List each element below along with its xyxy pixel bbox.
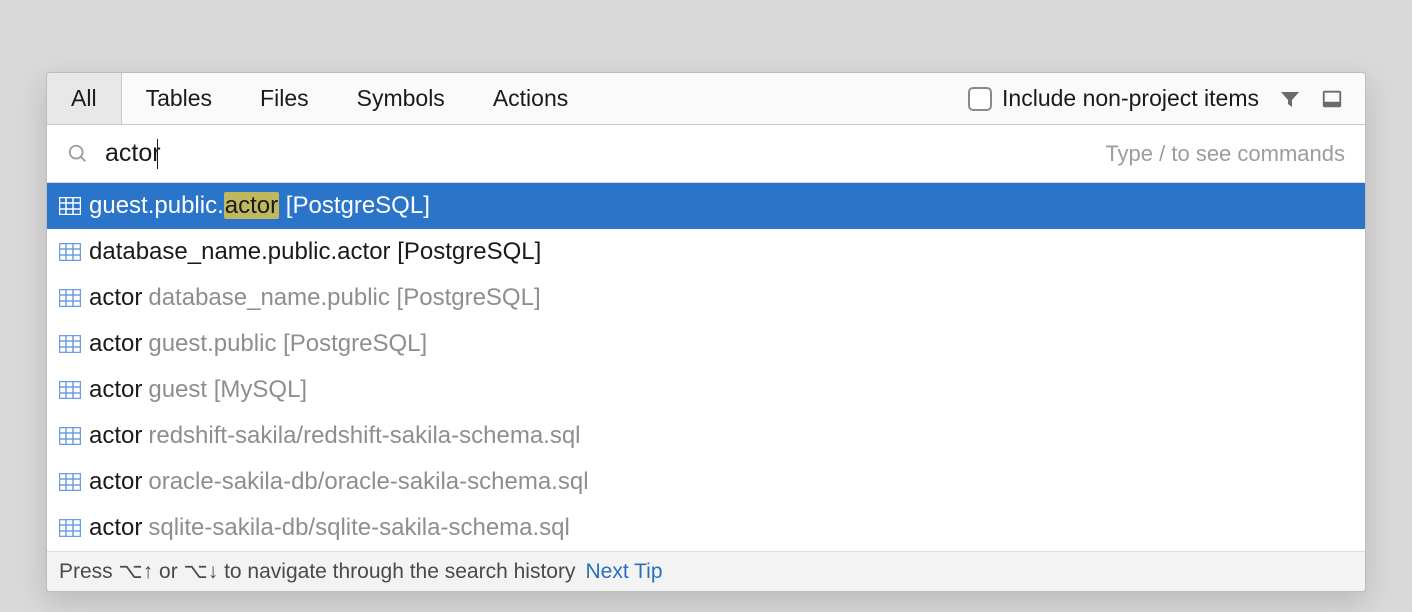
search-row: actor Type / to see commands (47, 125, 1365, 183)
result-item[interactable]: guest.public.actor [PostgreSQL] (47, 183, 1365, 229)
filter-icon[interactable] (1273, 82, 1307, 116)
search-input-value[interactable]: actor (105, 139, 161, 168)
include-non-project-label: Include non-project items (1002, 85, 1259, 112)
result-item[interactable]: actorsqlite-sakila-db/sqlite-sakila-sche… (47, 505, 1365, 551)
result-secondary: sqlite-sakila-db/sqlite-sakila-schema.sq… (148, 514, 570, 541)
table-icon (59, 427, 81, 445)
tab-all[interactable]: All (47, 73, 122, 124)
result-main: actor (89, 422, 142, 449)
search-icon (67, 143, 89, 165)
text-caret (157, 139, 159, 169)
result-main: actor (89, 330, 142, 357)
result-secondary: guest.public [PostgreSQL] (148, 330, 427, 357)
tabs-row: All Tables Files Symbols Actions Include… (47, 73, 1365, 125)
table-icon (59, 519, 81, 537)
tab-symbols[interactable]: Symbols (333, 73, 469, 124)
result-main: guest.public.actor [PostgreSQL] (89, 192, 430, 219)
results-list: guest.public.actor [PostgreSQL] database_… (47, 183, 1365, 551)
tab-files[interactable]: Files (236, 73, 333, 124)
result-item[interactable]: actorguest [MySQL] (47, 367, 1365, 413)
search-hint: Type / to see commands (1105, 141, 1345, 167)
tab-tables[interactable]: Tables (122, 73, 236, 124)
result-secondary: oracle-sakila-db/oracle-sakila-schema.sq… (148, 468, 588, 495)
tab-actions[interactable]: Actions (469, 73, 592, 124)
include-non-project-checkbox[interactable] (968, 87, 992, 111)
table-icon (59, 243, 81, 261)
result-main: actor (89, 376, 142, 403)
search-everywhere-popup: All Tables Files Symbols Actions Include… (46, 72, 1366, 592)
open-in-tool-window-icon[interactable] (1315, 82, 1349, 116)
result-item[interactable]: actorguest.public [PostgreSQL] (47, 321, 1365, 367)
tip-text: Press ⌥↑ or ⌥↓ to navigate through the s… (59, 559, 575, 584)
result-secondary: database_name.public [PostgreSQL] (148, 284, 540, 311)
result-item[interactable]: database_name.public.actor [PostgreSQL] (47, 229, 1365, 275)
result-main: actor (89, 284, 142, 311)
result-secondary: guest [MySQL] (148, 376, 307, 403)
result-item[interactable]: actorredshift-sakila/redshift-sakila-sch… (47, 413, 1365, 459)
result-item[interactable]: actordatabase_name.public [PostgreSQL] (47, 275, 1365, 321)
table-icon (59, 335, 81, 353)
table-icon (59, 289, 81, 307)
next-tip-link[interactable]: Next Tip (585, 560, 662, 584)
table-icon (59, 381, 81, 399)
result-item[interactable]: actororacle-sakila-db/oracle-sakila-sche… (47, 459, 1365, 505)
result-main: actor (89, 514, 142, 541)
result-main: actor (89, 468, 142, 495)
result-main: database_name.public.actor [PostgreSQL] (89, 238, 541, 265)
result-secondary: redshift-sakila/redshift-sakila-schema.s… (148, 422, 580, 449)
table-icon (59, 473, 81, 491)
include-non-project-wrap: Include non-project items (968, 85, 1273, 112)
table-icon (59, 197, 81, 215)
tip-row: Press ⌥↑ or ⌥↓ to navigate through the s… (47, 551, 1365, 591)
